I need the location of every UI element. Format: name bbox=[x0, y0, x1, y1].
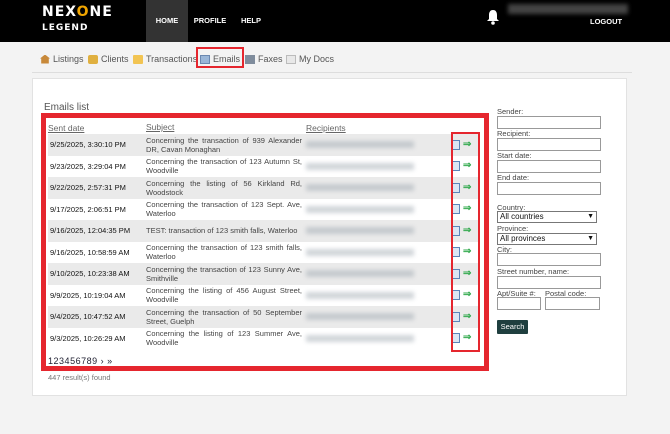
start-date-label: Start date: bbox=[497, 151, 532, 160]
end-date-input[interactable] bbox=[497, 182, 601, 195]
actions-highlight-box bbox=[451, 132, 480, 352]
sender-input[interactable] bbox=[497, 116, 601, 129]
subnav-my-docs[interactable]: My Docs bbox=[286, 52, 334, 66]
page-next-link[interactable]: › bbox=[101, 356, 105, 366]
results-count: 447 result(s) found bbox=[48, 373, 111, 382]
subnav-label: Faxes bbox=[258, 54, 283, 64]
top-bar: NEXONE LEGEND HOME PROFILE HELP LOGOUT bbox=[0, 0, 670, 42]
subnav-listings[interactable]: Listings bbox=[40, 52, 84, 66]
province-select-value: All provinces bbox=[500, 234, 546, 243]
clients-icon bbox=[88, 54, 98, 64]
city-input[interactable] bbox=[497, 253, 601, 266]
subnav-label: My Docs bbox=[299, 54, 335, 64]
sender-label: Sender: bbox=[497, 107, 524, 116]
pagination: 123456789 ›» bbox=[48, 356, 113, 366]
nav-help[interactable]: HELP bbox=[236, 0, 266, 42]
end-date-label: End date: bbox=[497, 173, 530, 182]
subnav-label: Transactions bbox=[146, 54, 198, 64]
start-date-input[interactable] bbox=[497, 160, 601, 173]
subnav-label: Clients bbox=[101, 54, 129, 64]
province-select[interactable]: All provinces ▼ bbox=[497, 233, 597, 245]
country-select[interactable]: All countries ▼ bbox=[497, 211, 597, 223]
country-select-value: All countries bbox=[500, 212, 544, 221]
search-button[interactable]: Search bbox=[497, 320, 528, 334]
chevron-down-icon: ▼ bbox=[587, 235, 594, 242]
subnav-clients[interactable]: Clients bbox=[88, 52, 129, 66]
house-icon bbox=[40, 54, 50, 64]
logo-subtitle: LEGEND bbox=[42, 23, 89, 33]
user-name-redacted bbox=[508, 4, 628, 14]
divider bbox=[32, 72, 632, 73]
apt-input[interactable] bbox=[497, 297, 541, 310]
nav-home[interactable]: HOME bbox=[146, 0, 188, 42]
subnav-label: Listings bbox=[53, 54, 84, 64]
recipient-label: Recipient: bbox=[497, 129, 531, 138]
subnav-faxes[interactable]: Faxes bbox=[245, 52, 283, 66]
logo[interactable]: NEXONE LEGEND bbox=[42, 5, 113, 35]
postal-input[interactable] bbox=[545, 297, 600, 310]
list-highlight-box bbox=[41, 113, 489, 371]
folder-icon bbox=[133, 54, 143, 64]
page-last-link[interactable]: » bbox=[107, 356, 113, 366]
logout-link[interactable]: LOGOUT bbox=[590, 17, 622, 26]
nav-profile[interactable]: PROFILE bbox=[190, 0, 230, 42]
chevron-down-icon: ▼ bbox=[587, 213, 594, 220]
subnav-transactions[interactable]: Transactions bbox=[133, 52, 197, 66]
recipient-input[interactable] bbox=[497, 138, 601, 151]
docs-icon bbox=[286, 54, 296, 64]
logo-wordmark: NEXONE bbox=[42, 4, 113, 20]
fax-icon bbox=[245, 54, 255, 64]
list-title: Emails list bbox=[44, 102, 90, 113]
street-input[interactable] bbox=[497, 276, 601, 289]
province-label: Province: bbox=[497, 224, 529, 233]
street-label: Street number, name: bbox=[497, 267, 570, 276]
emails-highlight-box bbox=[196, 47, 244, 68]
bell-icon[interactable] bbox=[486, 9, 500, 25]
page-link[interactable]: 9 bbox=[92, 356, 98, 366]
